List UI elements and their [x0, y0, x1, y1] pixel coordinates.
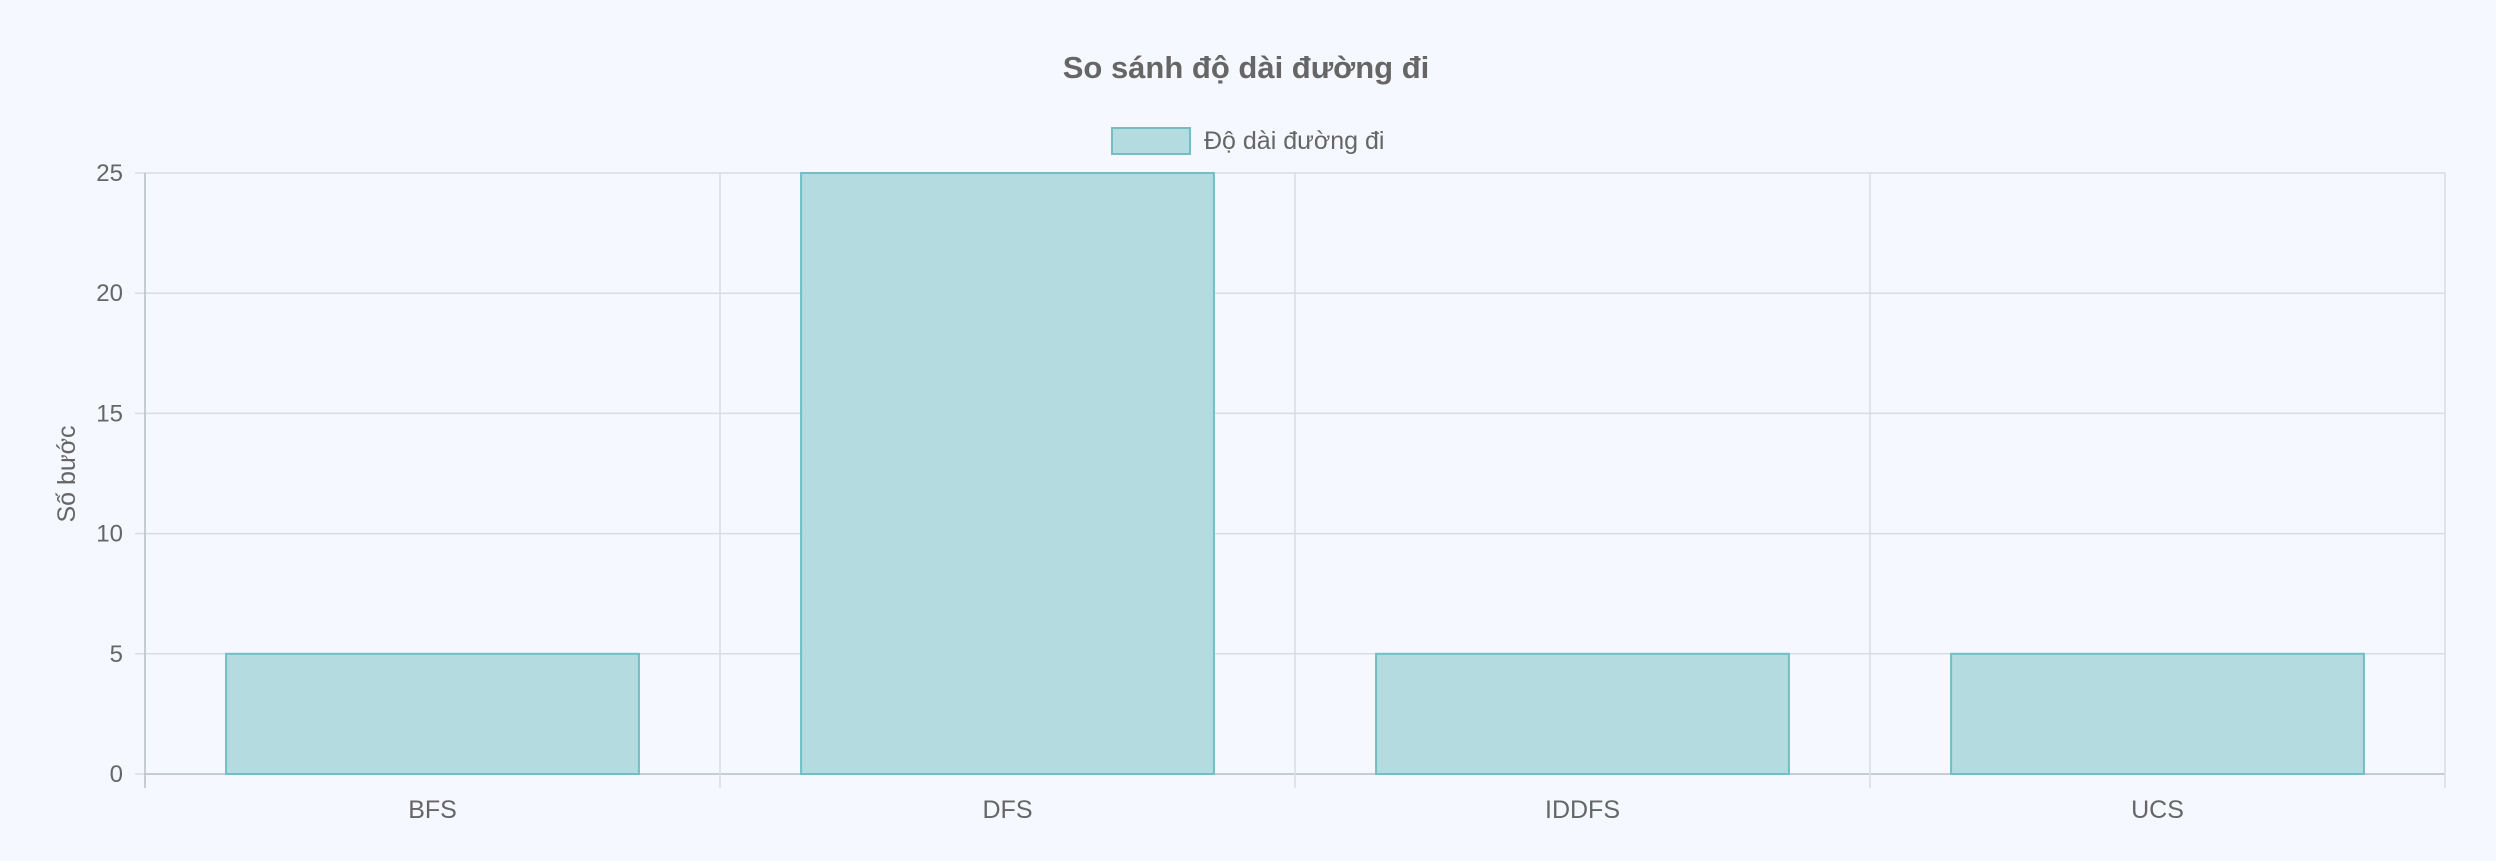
x-tick-label: IDDFS	[1545, 796, 1620, 824]
chart-container: So sánh độ dài đường đi Độ dài đường đi …	[0, 0, 2496, 856]
y-tick-label: 15	[96, 400, 123, 427]
legend[interactable]: Độ dài đường đi	[1111, 127, 1384, 155]
bar-ucs	[1950, 652, 2365, 775]
legend-label: Độ dài đường đi	[1204, 127, 1384, 155]
y-axis-label: Số bước	[53, 425, 81, 522]
y-tick-label: 25	[96, 160, 123, 187]
y-tick-label: 10	[96, 521, 123, 548]
bar-iddfs	[1375, 652, 1790, 775]
y-tick-label: 20	[96, 280, 123, 307]
y-tick-label: 0	[110, 761, 123, 788]
bar-bfs	[225, 652, 640, 775]
bar-chart: So sánh độ dài đường đi Độ dài đường đi …	[53, 50, 2446, 824]
legend-swatch	[1111, 127, 1191, 155]
x-tick-label: UCS	[2131, 796, 2184, 824]
y-tick-label: 5	[110, 641, 123, 668]
chart-title: So sánh độ dài đường đi	[1063, 50, 1430, 85]
x-tick-label: BFS	[408, 796, 457, 824]
bar-dfs	[800, 172, 1215, 775]
x-tick-label: DFS	[983, 796, 1033, 824]
